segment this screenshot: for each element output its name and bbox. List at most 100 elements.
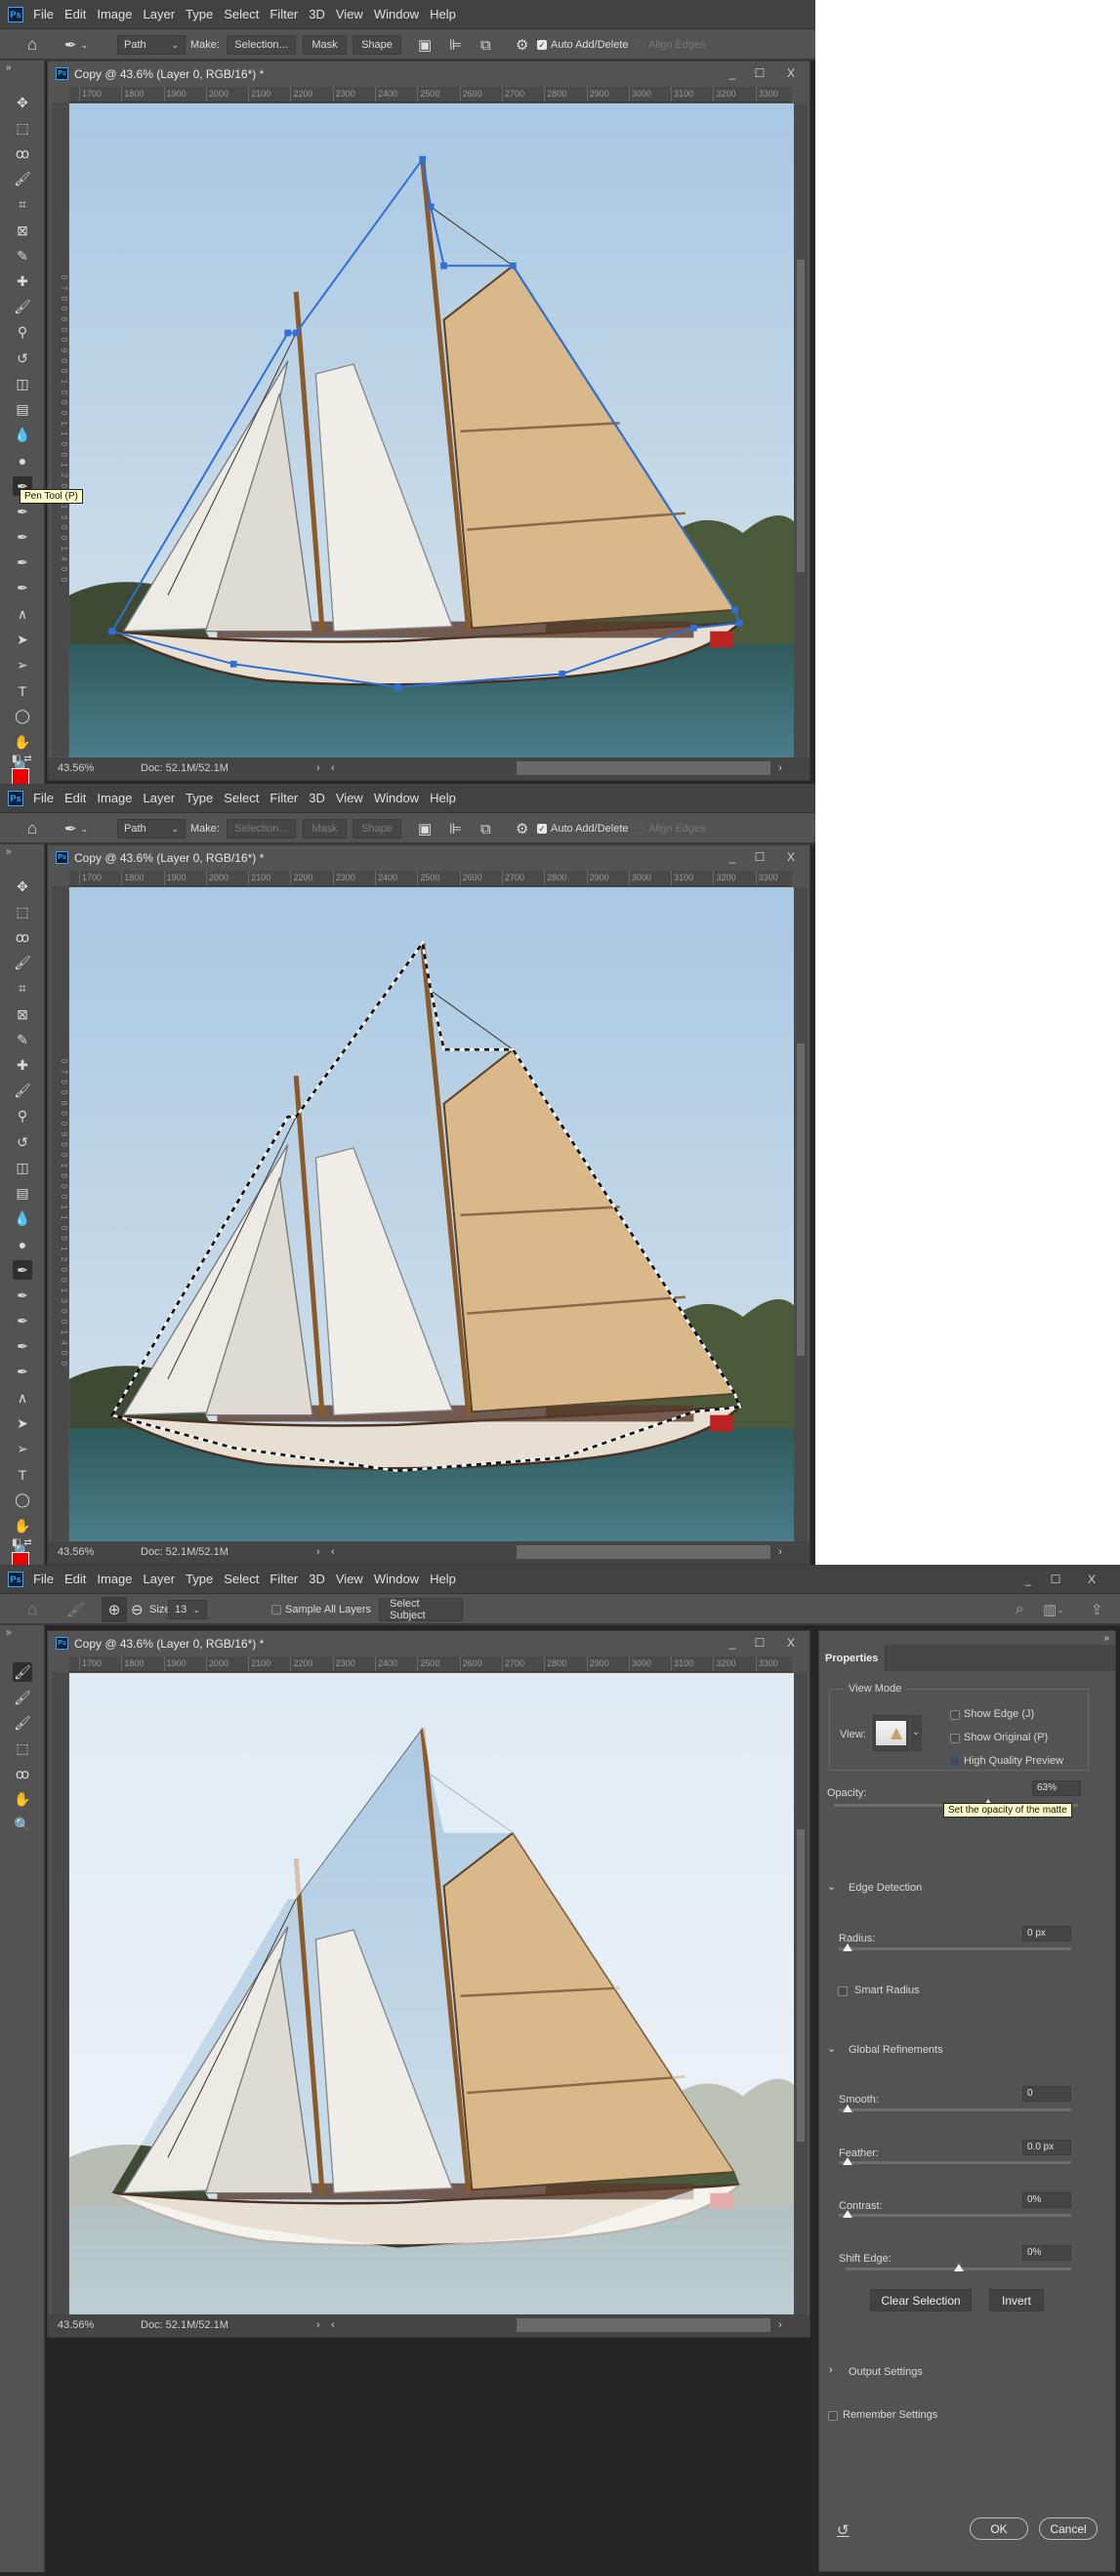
path-operations-icon[interactable]: ▣: [418, 35, 432, 55]
menu-help[interactable]: Help: [430, 1572, 456, 1586]
tab-properties[interactable]: Properties: [819, 1645, 886, 1671]
zoom-level[interactable]: 43.56%: [58, 1546, 94, 1558]
workspace-icon[interactable]: ▥ ⌄: [1043, 1600, 1064, 1619]
dodge-tool-icon[interactable]: ●: [13, 451, 32, 470]
edge-detection-chevron-icon[interactable]: ⌄: [827, 1880, 836, 1893]
quick-selection-tool-icon[interactable]: 🖌: [13, 170, 32, 189]
curvature-pen-tool-icon[interactable]: ✒: [13, 527, 32, 547]
convert-point-tool-icon[interactable]: ∧: [13, 1388, 32, 1408]
pen-mode-select[interactable]: Path ⌄: [117, 35, 186, 55]
doc-size[interactable]: Doc: 52.1M/52.1M: [141, 1546, 228, 1558]
contrast-slider-thumb[interactable]: [843, 2210, 852, 2218]
eraser-tool-icon[interactable]: ◫: [13, 374, 32, 393]
close-button[interactable]: X: [778, 848, 804, 866]
menu-filter[interactable]: Filter: [270, 791, 298, 805]
menu-type[interactable]: Type: [186, 1572, 213, 1586]
dodge-tool-icon[interactable]: ●: [13, 1235, 32, 1254]
menu-file[interactable]: File: [33, 791, 54, 805]
menu-3d[interactable]: 3D: [309, 7, 325, 21]
status-menu-arrow-icon[interactable]: ›: [316, 1546, 320, 1558]
menu-select[interactable]: Select: [224, 1572, 259, 1586]
menu-3d[interactable]: 3D: [309, 791, 325, 805]
shift-edge-input[interactable]: 0%: [1022, 2245, 1071, 2261]
frame-tool-icon[interactable]: ⊠: [13, 221, 32, 240]
menu-image[interactable]: Image: [97, 1572, 132, 1586]
delete-anchor-tool-icon[interactable]: ✒: [13, 579, 32, 598]
search-icon[interactable]: ⌕: [1016, 1600, 1024, 1619]
path-selection-tool-icon[interactable]: ➤: [13, 630, 32, 649]
lasso-tool-icon[interactable]: ꝏ: [13, 143, 32, 163]
reset-icon[interactable]: ↺: [837, 2521, 850, 2539]
radius-slider[interactable]: [839, 1947, 1071, 1950]
frame-tool-icon[interactable]: ⊠: [13, 1004, 32, 1024]
gear-icon[interactable]: ⚙: [516, 35, 528, 55]
image-canvas[interactable]: [69, 103, 794, 757]
document-tab[interactable]: Ps Copy @ 43.6% (Layer 0, RGB/16*) *: [48, 1631, 809, 1656]
clear-selection-button[interactable]: Clear Selection: [870, 2289, 972, 2311]
pen-tool-preset-icon[interactable]: ✒ ⌄: [64, 35, 88, 55]
scroll-right-icon[interactable]: ›: [778, 762, 782, 774]
collapse-panel-icon[interactable]: »: [1103, 1633, 1109, 1644]
pen-mode-select[interactable]: Path ⌄: [117, 819, 186, 838]
menu-window[interactable]: Window: [374, 791, 419, 805]
menu-help[interactable]: Help: [430, 7, 456, 21]
contrast-slider[interactable]: [839, 2214, 1071, 2217]
align-edges-checkbox[interactable]: Align Edges: [635, 35, 706, 55]
brush-tool-icon[interactable]: 🖌: [13, 1082, 32, 1101]
close-button[interactable]: X: [778, 64, 804, 82]
make-shape-button[interactable]: Shape: [353, 35, 401, 55]
menu-image[interactable]: Image: [97, 791, 132, 805]
direct-selection-tool-icon[interactable]: ➢: [13, 655, 32, 675]
menu-window[interactable]: Window: [374, 1572, 419, 1586]
home-icon[interactable]: ⌂: [27, 1600, 37, 1619]
brush-preset-icon[interactable]: 🖌: [66, 1600, 85, 1619]
menu-help[interactable]: Help: [430, 791, 456, 805]
make-mask-button[interactable]: Mask: [303, 35, 347, 55]
menu-layer[interactable]: Layer: [144, 791, 176, 805]
path-arrangement-icon[interactable]: ⧉: [480, 35, 491, 55]
foreground-color-swatch[interactable]: [12, 768, 29, 784]
refine-edge-brush-tool-icon[interactable]: 🖌: [13, 1713, 32, 1733]
shift-edge-slider-thumb[interactable]: [954, 2264, 964, 2271]
eyedropper-tool-icon[interactable]: ✎: [13, 246, 32, 266]
menu-3d[interactable]: 3D: [309, 1572, 325, 1586]
maximize-button[interactable]: ☐: [747, 1634, 772, 1652]
move-tool-icon[interactable]: ✥: [13, 93, 32, 112]
minimize-button[interactable]: _: [720, 848, 745, 866]
refine-brush-tool-icon[interactable]: 🖌: [13, 1662, 32, 1682]
history-brush-tool-icon[interactable]: ↺: [13, 1132, 32, 1152]
status-menu-arrow-icon[interactable]: ›: [316, 762, 320, 774]
doc-size[interactable]: Doc: 52.1M/52.1M: [141, 762, 228, 774]
scroll-left-icon[interactable]: ‹: [331, 1546, 335, 1558]
smooth-slider[interactable]: [839, 2108, 1071, 2111]
app-minimize-button[interactable]: _: [1016, 1571, 1041, 1588]
high-quality-preview-checkbox[interactable]: [950, 1757, 960, 1767]
crop-tool-icon[interactable]: ⌗: [13, 195, 32, 215]
radius-input[interactable]: 0 px: [1022, 1926, 1071, 1942]
show-edge-checkbox[interactable]: [950, 1710, 960, 1720]
vertical-scrollbar[interactable]: [794, 1673, 808, 2317]
menu-layer[interactable]: Layer: [144, 7, 176, 21]
opacity-input[interactable]: 63%: [1032, 1780, 1081, 1796]
menu-edit[interactable]: Edit: [64, 7, 86, 21]
menu-layer[interactable]: Layer: [144, 1572, 176, 1586]
menu-edit[interactable]: Edit: [64, 791, 86, 805]
status-menu-arrow-icon[interactable]: ›: [316, 2319, 320, 2331]
path-operations-icon[interactable]: ▣: [418, 819, 432, 838]
align-edges-checkbox[interactable]: Align Edges: [635, 819, 706, 838]
scroll-left-icon[interactable]: ‹: [331, 2319, 335, 2331]
convert-point-tool-icon[interactable]: ∧: [13, 604, 32, 624]
scroll-left-icon[interactable]: ‹: [331, 762, 335, 774]
scroll-thumb[interactable]: [797, 1043, 805, 1356]
feather-slider-thumb[interactable]: [843, 2157, 852, 2165]
image-canvas[interactable]: [69, 887, 794, 1541]
minimize-button[interactable]: _: [720, 64, 745, 82]
subtract-from-selection-icon[interactable]: ⊖: [131, 1600, 144, 1619]
cancel-button[interactable]: Cancel: [1039, 2517, 1098, 2540]
menu-view[interactable]: View: [336, 7, 363, 21]
menu-filter[interactable]: Filter: [270, 7, 298, 21]
add-anchor-tool-icon[interactable]: ✒: [13, 1337, 32, 1357]
blur-tool-icon[interactable]: 💧: [13, 426, 32, 445]
expand-panel-icon[interactable]: »: [6, 62, 12, 73]
menu-select[interactable]: Select: [224, 7, 259, 21]
